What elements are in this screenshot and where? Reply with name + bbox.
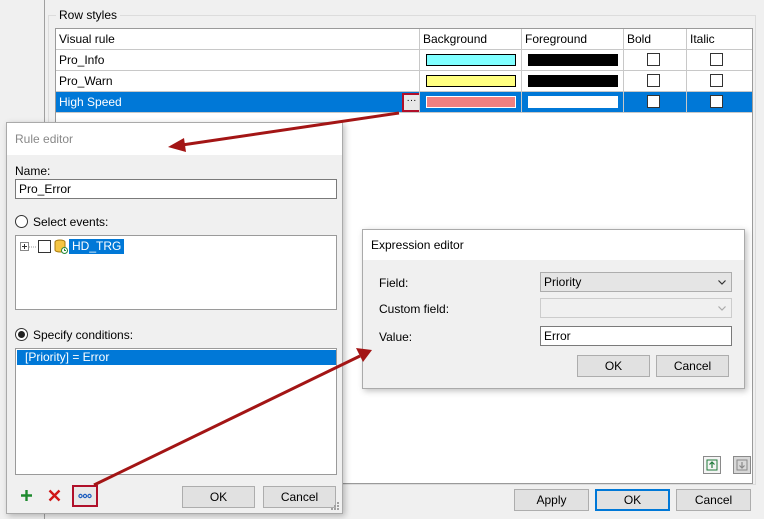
table-row[interactable]: Pro_Info: [56, 50, 752, 71]
background-swatch[interactable]: [426, 96, 516, 108]
expand-icon[interactable]: [20, 242, 29, 251]
custom-field-select[interactable]: [540, 298, 732, 318]
rule-name: Pro_Warn: [56, 71, 420, 91]
value-label: Value:: [379, 330, 413, 344]
rule-name: High Speed: [59, 95, 122, 109]
rule-cancel-button[interactable]: Cancel: [263, 486, 336, 508]
rule-name: Pro_Info: [56, 50, 420, 70]
resize-grip-icon[interactable]: [331, 502, 340, 511]
background-swatch[interactable]: [426, 54, 516, 66]
cancel-button[interactable]: Cancel: [676, 489, 751, 511]
table-row-selected[interactable]: High Speed ···: [56, 92, 752, 113]
select-events-label: Select events:: [33, 215, 109, 229]
column-header-foreground[interactable]: Foreground: [522, 29, 624, 49]
background-swatch[interactable]: [426, 75, 516, 87]
foreground-swatch[interactable]: [528, 96, 618, 108]
edit-condition-button[interactable]: [72, 485, 98, 507]
chevron-down-icon: [718, 306, 726, 311]
bold-checkbox[interactable]: [647, 74, 660, 87]
database-icon: [54, 239, 68, 254]
ok-button[interactable]: OK: [595, 489, 670, 511]
arrow-down-icon: [736, 459, 748, 471]
custom-field-label: Custom field:: [379, 302, 450, 316]
close-icon: [48, 489, 60, 501]
rule-editor-title: Rule editor: [15, 132, 74, 146]
specify-conditions-radio[interactable]: [15, 328, 28, 341]
conditions-list[interactable]: [Priority] = Error: [15, 348, 337, 475]
bold-checkbox[interactable]: [647, 95, 660, 108]
delete-condition-button[interactable]: [45, 486, 63, 504]
name-field[interactable]: Pro_Error: [15, 179, 337, 199]
value-field[interactable]: Error: [540, 326, 732, 346]
table-row[interactable]: Pro_Warn: [56, 71, 752, 92]
tree-item-hd-trg[interactable]: HD_TRG: [69, 239, 125, 254]
edit-rule-button[interactable]: ···: [402, 93, 419, 112]
foreground-swatch[interactable]: [528, 75, 618, 87]
rule-editor-dialog: Rule editor Name: Pro_Error Select event…: [6, 122, 343, 514]
expression-editor-title: Expression editor: [371, 238, 464, 252]
name-label: Name:: [15, 164, 51, 178]
ellipsis-icon: [78, 493, 92, 499]
plus-icon: [20, 489, 32, 501]
move-down-button[interactable]: [733, 456, 751, 474]
select-events-radio[interactable]: [15, 215, 28, 228]
column-header-italic[interactable]: Italic: [687, 29, 752, 49]
column-header-background[interactable]: Background: [420, 29, 522, 49]
list-item[interactable]: [Priority] = Error: [17, 350, 336, 365]
column-header-bold[interactable]: Bold: [624, 29, 687, 49]
expression-ok-button[interactable]: OK: [577, 355, 650, 377]
expression-editor-dialog: Expression editor Field: Priority Custom…: [362, 229, 745, 389]
rule-ok-button[interactable]: OK: [182, 486, 255, 508]
field-label: Field:: [379, 276, 409, 290]
add-condition-button[interactable]: [17, 486, 35, 504]
events-tree[interactable]: HD_TRG: [15, 235, 337, 310]
specify-conditions-label: Specify conditions:: [33, 328, 134, 342]
row-styles-group-title: Row styles: [56, 8, 121, 22]
column-header-visual-rule[interactable]: Visual rule: [56, 29, 420, 49]
arrow-up-icon: [706, 459, 718, 471]
foreground-swatch[interactable]: [528, 54, 618, 66]
chevron-down-icon: [718, 280, 726, 285]
grid-header-row: Visual rule Background Foreground Bold I…: [56, 29, 752, 50]
move-up-button[interactable]: [703, 456, 721, 474]
tree-connector-icon: [29, 246, 37, 248]
apply-button[interactable]: Apply: [514, 489, 589, 511]
field-select[interactable]: Priority: [540, 272, 732, 292]
event-checkbox[interactable]: [38, 240, 51, 253]
italic-checkbox[interactable]: [710, 53, 723, 66]
field-select-value: Priority: [544, 275, 582, 289]
italic-checkbox[interactable]: [710, 74, 723, 87]
expression-cancel-button[interactable]: Cancel: [656, 355, 729, 377]
italic-checkbox[interactable]: [710, 95, 723, 108]
bold-checkbox[interactable]: [647, 53, 660, 66]
